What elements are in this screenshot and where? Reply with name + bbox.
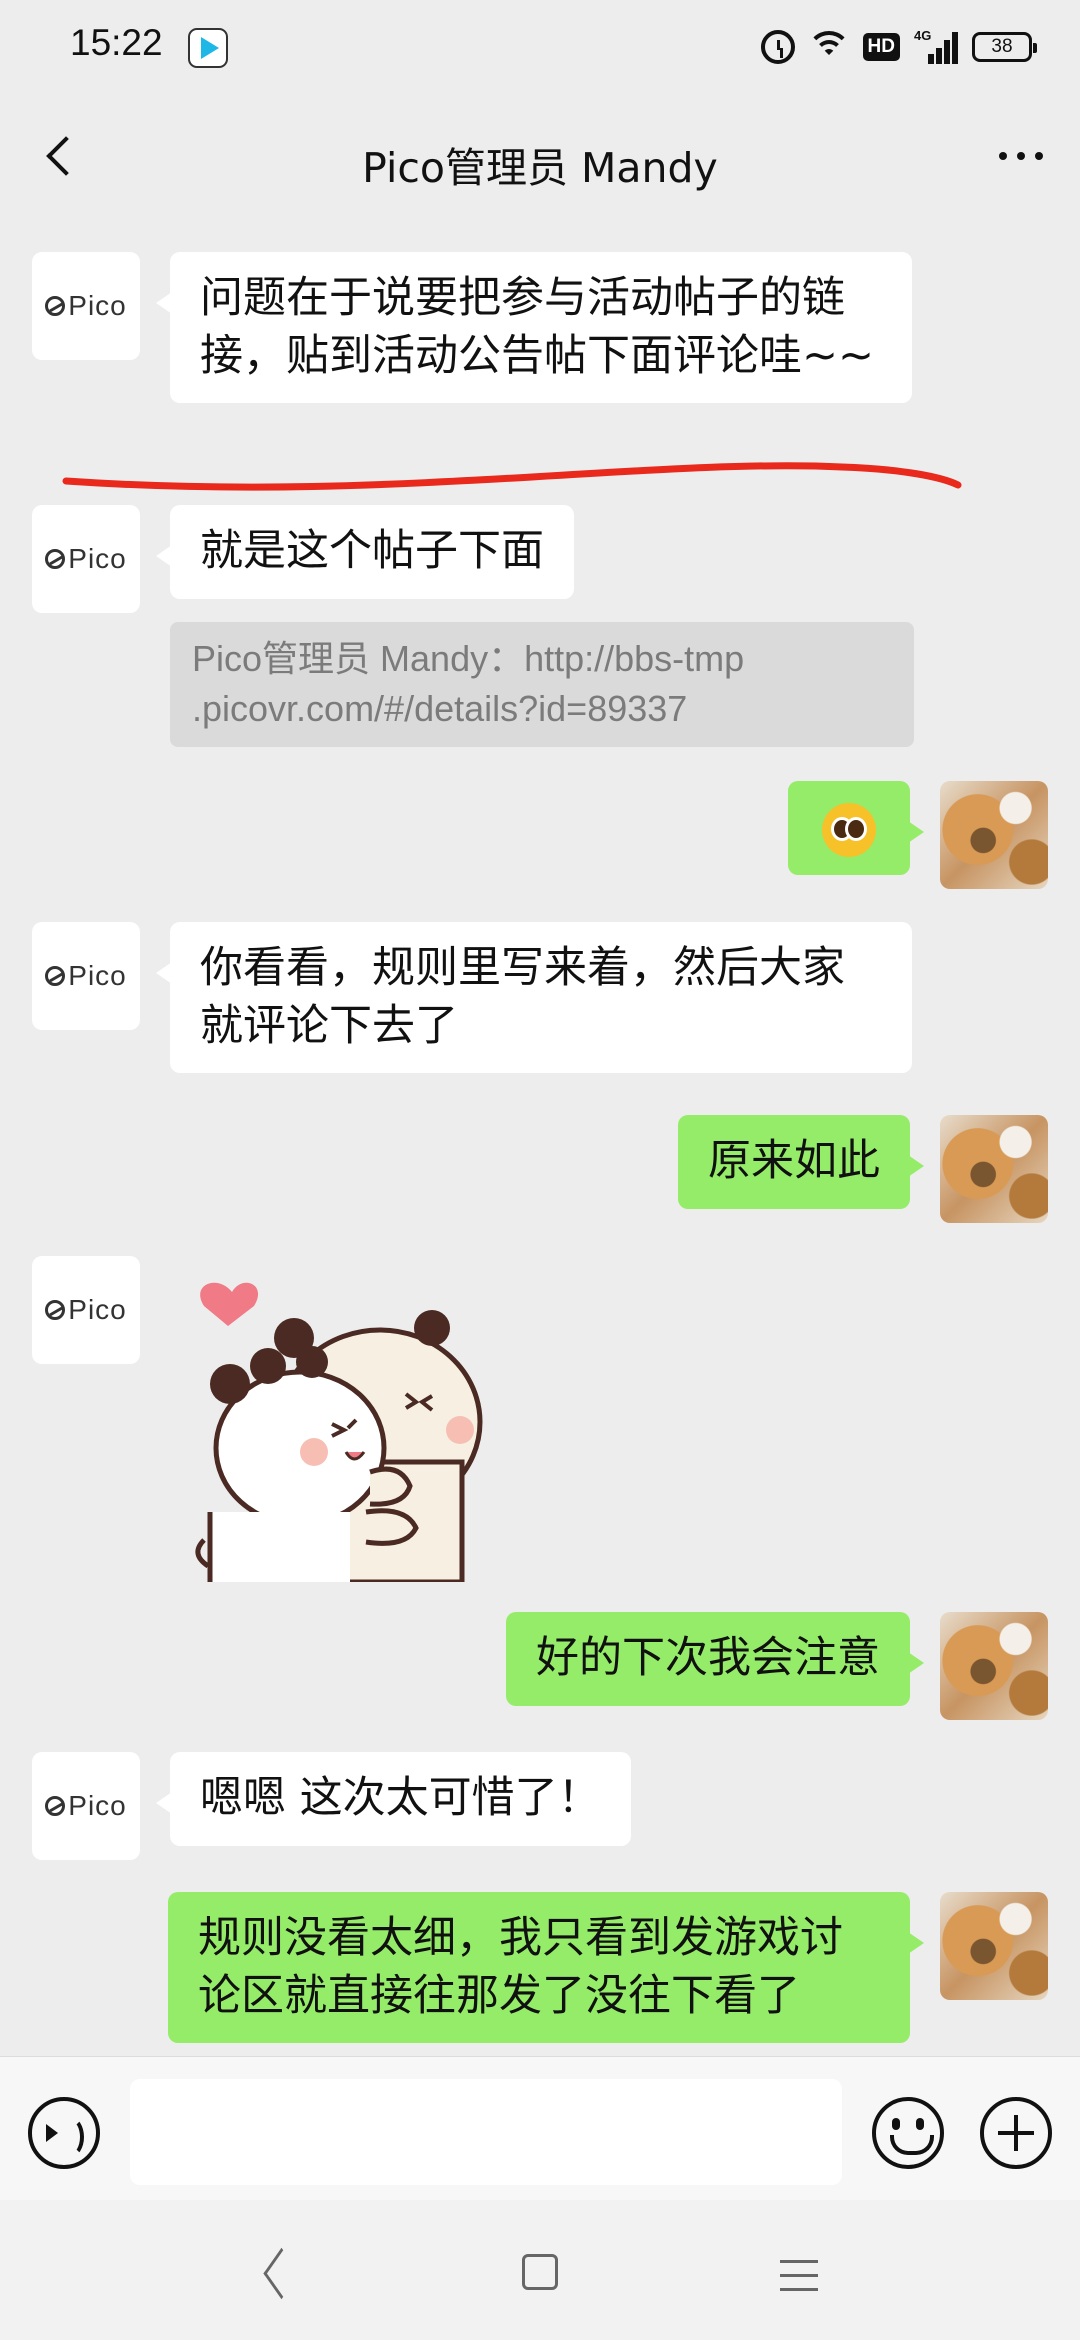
more-actions-button[interactable]: [980, 2097, 1052, 2169]
contact-avatar[interactable]: Pico: [32, 505, 140, 613]
pico-ring-icon: [45, 296, 66, 316]
pleading-face-emoji-icon: [822, 802, 876, 857]
message-bubble-outgoing[interactable]: 好的下次我会注意: [506, 1612, 924, 1706]
user-avatar[interactable]: [940, 1892, 1048, 2000]
message-bubble-outgoing[interactable]: 规则没看太细，我只看到发游戏讨论区就直接往那发了没往下看了: [168, 1892, 924, 2044]
chat-input-bar: [0, 2056, 1080, 2200]
message-bubble-incoming[interactable]: 你看看，规则里写来着，然后大家就评论下去了: [156, 922, 912, 1074]
user-avatar[interactable]: [940, 781, 1048, 889]
quoted-message[interactable]: Pico管理员 Mandy：http://bbs-tmp .picovr.com…: [170, 622, 914, 747]
message-bubble-outgoing[interactable]: 原来如此: [678, 1115, 924, 1209]
emoji-button[interactable]: [872, 2097, 944, 2169]
hugging-bears-sticker[interactable]: [170, 1262, 490, 1582]
pico-ring-icon: [45, 549, 66, 569]
pico-logo: Pico: [45, 960, 126, 992]
hd-badge: HD: [862, 33, 900, 61]
network-type-label: 4G: [914, 28, 932, 43]
pico-ring-icon: [45, 966, 66, 986]
quote-line: .picovr.com/#/details?id=89337: [192, 688, 688, 730]
status-icons: HD 4G 38: [760, 28, 1037, 64]
video-app-icon: [188, 28, 228, 68]
message-bubble-incoming[interactable]: 嗯嗯 这次太可惜了！: [156, 1752, 631, 1846]
pico-logo: Pico: [45, 290, 126, 322]
status-bar: 15:22 HD 4G 38: [0, 0, 1080, 96]
pico-ring-icon: [45, 1796, 66, 1816]
contact-avatar[interactable]: Pico: [32, 922, 140, 1030]
chat-title: Pico管理员 Mandy: [362, 144, 718, 192]
user-avatar[interactable]: [940, 1115, 1048, 1223]
more-options-button[interactable]: [986, 136, 1056, 176]
dot-icon: [999, 152, 1007, 160]
system-menu-button[interactable]: [780, 2258, 818, 2292]
system-back-button[interactable]: [262, 2256, 298, 2296]
signal-icon: 4G: [914, 28, 958, 64]
dot-icon: [1035, 152, 1043, 160]
voice-input-button[interactable]: [28, 2097, 100, 2169]
battery-icon: 38: [972, 32, 1037, 62]
pico-ring-icon: [45, 1300, 66, 1320]
message-input[interactable]: [130, 2079, 842, 2185]
system-navigation-bar: [0, 2200, 1080, 2340]
message-bubble-incoming[interactable]: 问题在于说要把参与活动帖子的链接，贴到活动公告帖下面评论哇~~: [156, 252, 912, 404]
chat-header: Pico管理员 Mandy: [0, 96, 1080, 226]
system-home-button[interactable]: [522, 2254, 558, 2290]
pico-logo: Pico: [45, 543, 126, 575]
contact-avatar[interactable]: Pico: [32, 252, 140, 360]
contact-avatar[interactable]: Pico: [32, 1752, 140, 1860]
message-bubble-incoming[interactable]: 就是这个帖子下面: [156, 505, 574, 599]
red-underline-annotation: [62, 462, 962, 491]
message-bubble-outgoing[interactable]: [788, 781, 924, 875]
dot-icon: [1017, 152, 1025, 160]
pico-logo: Pico: [45, 1790, 126, 1822]
pico-logo: Pico: [45, 1294, 126, 1326]
contact-avatar[interactable]: Pico: [32, 1256, 140, 1364]
user-avatar[interactable]: [940, 1612, 1048, 1720]
status-time: 15:22: [70, 22, 163, 63]
alarm-icon: [760, 30, 795, 64]
wifi-icon: [808, 31, 849, 63]
quote-line: Pico管理员 Mandy：http://bbs-tmp: [192, 638, 745, 679]
